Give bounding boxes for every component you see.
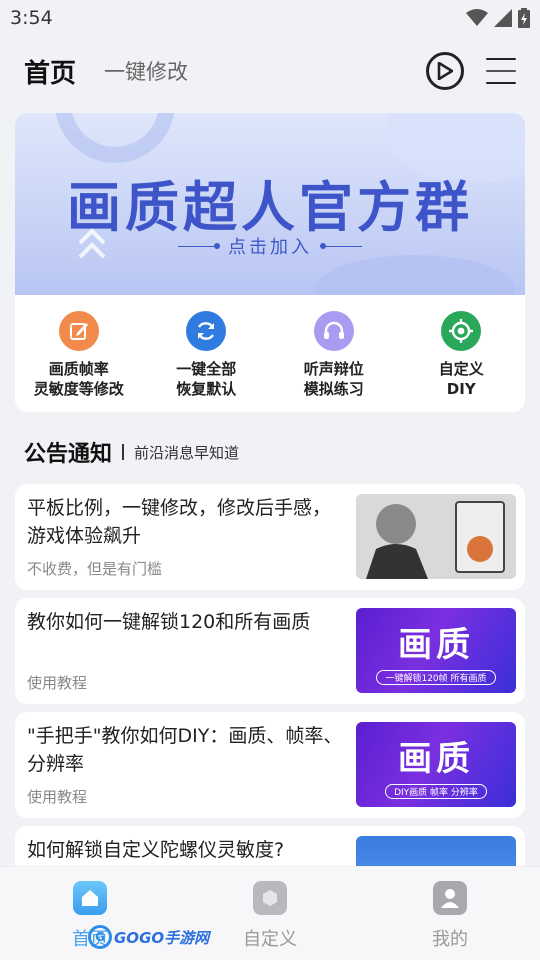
quick-action-modify[interactable]: 画质帧率 灵敏度等修改 — [15, 295, 143, 412]
refresh-icon — [186, 311, 227, 351]
watermark-text: GOGO手游网 — [114, 928, 210, 947]
news-card[interactable]: 教你如何一键解锁120和所有画质 使用教程 画质 一键解锁120帧 所有画质 — [15, 598, 525, 704]
tab-home[interactable]: 首页 — [24, 53, 76, 90]
status-bar: 3:54 — [0, 0, 540, 36]
news-thumbnail: 画质 DIY画质 帧率 分辨率 — [356, 722, 516, 807]
signal-icon — [494, 9, 512, 27]
home-icon — [73, 881, 107, 915]
news-card[interactable]: 平板比例，一键修改，修改后手感，游戏体验飙升 不收费，但是有门槛 — [15, 484, 525, 590]
news-title: 如何解锁自定义陀螺仪灵敏度? — [27, 839, 285, 861]
quick-action-sound-practice[interactable]: 听声辩位 模拟练习 — [270, 295, 398, 412]
quick-actions: 画质帧率 灵敏度等修改 一键全部 恢复默认 听声辩位 模拟练习 自定义 DIY — [15, 295, 525, 412]
news-title: "手把手"教你如何DIY：画质、帧率、分辨率 — [27, 725, 343, 775]
divider — [122, 444, 125, 460]
watermark: G GOGO手游网 — [88, 922, 209, 952]
news-card[interactable]: "手把手"教你如何DIY：画质、帧率、分辨率 使用教程 画质 DIY画质 帧率 … — [15, 712, 525, 818]
news-title: 平板比例，一键修改，修改后手感，游戏体验飙升 — [27, 497, 332, 547]
watermark-logo-icon: G — [88, 925, 112, 949]
nav-profile[interactable]: 我的 — [360, 867, 540, 960]
announcements-title: 公告通知 — [24, 442, 113, 467]
battery-icon — [518, 8, 530, 28]
menu-button[interactable] — [486, 58, 516, 84]
banner-subtitle: 点击加入 — [15, 233, 525, 259]
quick-action-label: 自定义 DIY — [438, 360, 484, 398]
banner-decoration — [55, 113, 175, 163]
news-tag: 使用教程 — [27, 788, 88, 806]
photo-illustration — [356, 494, 516, 579]
play-icon — [437, 62, 453, 80]
quick-action-label: 一键全部 恢复默认 — [176, 360, 237, 398]
status-icons — [466, 8, 530, 28]
news-tag: 不收费，但是有门槛 — [27, 560, 163, 578]
news-tag: 使用教程 — [27, 674, 88, 692]
quick-action-restore[interactable]: 一键全部 恢复默认 — [143, 295, 271, 412]
banner-card: 画质超人官方群 点击加入 画质帧率 灵敏度等修改 一键全部 恢复默认 听声辩位 … — [15, 113, 525, 412]
nav-label: 我的 — [432, 929, 468, 950]
banner-subtitle-text: 点击加入 — [228, 237, 312, 258]
quick-action-label: 画质帧率 灵敏度等修改 — [33, 360, 124, 398]
news-thumbnail: 画质 一键解锁120帧 所有画质 — [356, 608, 516, 693]
thumbnail-title: 画质 — [398, 624, 474, 665]
wifi-icon — [466, 9, 488, 26]
thumbnail-caption: DIY画质 帧率 分辨率 — [385, 783, 487, 799]
nav-label: 自定义 — [243, 929, 297, 950]
banner-headline: 画质超人官方群 — [67, 176, 473, 239]
edit-icon — [58, 311, 99, 351]
profile-icon — [433, 881, 467, 915]
menu-line — [486, 58, 516, 60]
join-group-banner[interactable]: 画质超人官方群 点击加入 — [15, 113, 525, 295]
quick-action-label: 听声辩位 模拟练习 — [303, 360, 364, 398]
menu-line — [486, 82, 516, 84]
status-time: 3:54 — [10, 7, 53, 29]
news-thumbnail — [356, 494, 516, 579]
menu-line — [486, 70, 516, 72]
quick-action-diy[interactable]: 自定义 DIY — [398, 295, 526, 412]
divider — [320, 242, 362, 249]
thumbnail-caption: 一键解锁120帧 所有画质 — [376, 669, 496, 685]
announcements-header: 公告通知 前沿消息早知道 — [24, 436, 239, 468]
headset-icon — [313, 311, 354, 351]
crosshair-icon — [441, 311, 482, 351]
header-actions — [426, 52, 516, 90]
news-title: 教你如何一键解锁120和所有画质 — [27, 611, 311, 633]
play-button[interactable] — [426, 52, 464, 90]
bottom-navigation: 首页 自定义 我的 — [0, 866, 540, 960]
announcements-subtitle: 前沿消息早知道 — [134, 443, 240, 462]
thumbnail-title: 画质 — [398, 738, 474, 779]
divider — [178, 242, 220, 249]
hexagon-icon — [253, 881, 287, 915]
banner-decoration — [315, 255, 515, 295]
app-header: 首页 一键修改 — [0, 44, 540, 98]
tab-one-key-modify[interactable]: 一键修改 — [104, 56, 188, 86]
